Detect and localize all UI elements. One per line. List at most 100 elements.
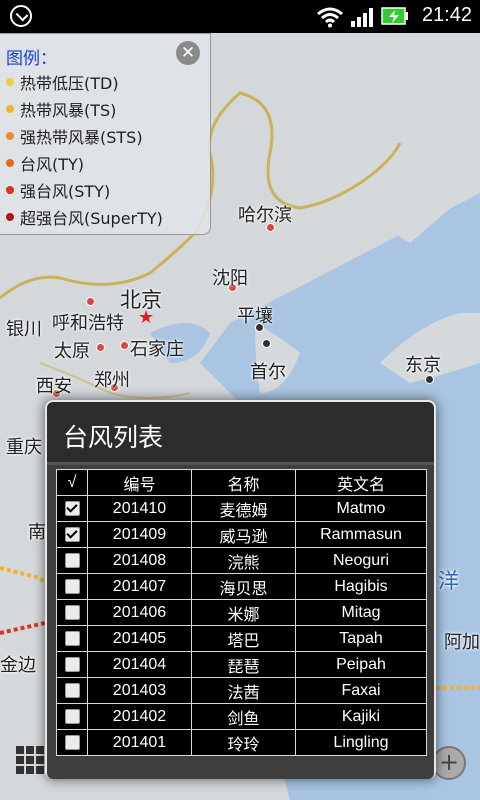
city-marker	[262, 339, 271, 348]
row-checkbox[interactable]	[64, 656, 80, 672]
legend-item: 热带低压(TD)	[6, 68, 163, 95]
row-name: 浣熊	[191, 547, 296, 574]
row-name: 剑鱼	[191, 703, 296, 730]
row-code: 201403	[87, 677, 192, 704]
legend-swatch	[6, 131, 14, 140]
zoom-in-icon[interactable]: +	[432, 746, 466, 780]
legend-item: 强台风(STY)	[6, 176, 163, 203]
battery-charging-icon	[381, 7, 408, 25]
table-row[interactable]: 201404 琵琶 Peipah	[56, 651, 427, 678]
row-code: 201410	[87, 495, 192, 522]
city-marker	[86, 297, 95, 306]
row-code: 201402	[87, 703, 192, 730]
city-zhengzhou: 郑州	[94, 370, 130, 391]
legend-item: 热带风暴(TS)	[6, 95, 163, 122]
city-chongqing: 重庆	[6, 437, 42, 458]
row-checkbox-cell[interactable]	[56, 547, 88, 574]
city-taiyuan: 太原	[54, 341, 90, 362]
legend-swatch	[6, 158, 14, 167]
row-checkbox[interactable]	[64, 552, 80, 568]
city-marker	[96, 343, 105, 352]
row-checkbox-cell[interactable]	[56, 651, 88, 678]
row-en-name: Faxai	[295, 677, 427, 704]
close-icon[interactable]: ✕	[176, 41, 200, 65]
table-row[interactable]: 201403 法茜 Faxai	[56, 677, 427, 704]
table-row[interactable]: 201408 浣熊 Neoguri	[56, 547, 427, 574]
dialog-title: 台风列表	[63, 423, 164, 452]
row-name: 塔巴	[191, 625, 296, 652]
col-check-header: √	[56, 469, 88, 496]
col-name-header: 名称	[191, 469, 296, 496]
row-checkbox-cell[interactable]	[56, 599, 88, 626]
legend-title: 图例：	[6, 49, 57, 69]
capital-star-icon: ★	[138, 307, 155, 328]
row-checkbox[interactable]	[64, 734, 80, 750]
table-row[interactable]: 201405 塔巴 Tapah	[56, 625, 427, 652]
row-code: 201406	[87, 599, 192, 626]
table-row[interactable]: 201402 剑鱼 Kajiki	[56, 703, 427, 730]
city-yinchuan: 银川	[6, 319, 42, 340]
city-partial-aga: 阿加	[444, 632, 480, 653]
ocean-label: 洋	[438, 569, 459, 593]
city-harbin: 哈尔滨	[238, 205, 292, 226]
legend-item: 台风(TY)	[6, 149, 163, 176]
legend-swatch	[6, 77, 14, 86]
clock: 21:42	[421, 4, 472, 26]
row-checkbox[interactable]	[64, 578, 80, 594]
row-code: 201408	[87, 547, 192, 574]
row-checkbox[interactable]	[64, 526, 80, 542]
row-checkbox-cell[interactable]	[56, 495, 88, 522]
city-xian: 西安	[36, 376, 72, 397]
row-checkbox[interactable]	[64, 604, 80, 620]
row-checkbox[interactable]	[64, 682, 80, 698]
table-row[interactable]: 201410 麦德姆 Matmo	[56, 495, 427, 522]
typhoon-list-dialog: 台风列表 √ 编号 名称 英文名 201410 麦德姆 Matmo 201409 威马逊…	[45, 400, 436, 779]
row-checkbox-cell[interactable]	[56, 677, 88, 704]
row-checkbox-cell[interactable]	[56, 521, 88, 548]
table-row[interactable]: 201409 威马逊 Rammasun	[56, 521, 427, 548]
legend-list: 热带低压(TD) 热带风暴(TS) 强热带风暴(STS) 台风(TY) 强台风(…	[6, 68, 163, 230]
row-en-name: Tapah	[295, 625, 427, 652]
row-name: 米娜	[191, 599, 296, 626]
row-code: 201405	[87, 625, 192, 652]
table-header-row: √ 编号 名称 英文名	[56, 469, 427, 496]
city-shenyang: 沈阳	[212, 268, 248, 289]
city-hohhot: 呼和浩特	[52, 313, 124, 334]
legend-swatch	[6, 185, 14, 194]
legend-swatch	[6, 212, 14, 221]
city-marker	[120, 341, 129, 350]
download-icon	[10, 5, 32, 27]
row-en-name: Lingling	[295, 729, 427, 756]
row-checkbox[interactable]	[64, 708, 80, 724]
city-partial-nan: 南	[28, 522, 46, 543]
dialog-body: √ 编号 名称 英文名 201410 麦德姆 Matmo 201409 威马逊 Ramma…	[47, 465, 434, 779]
status-bar: 21:42	[0, 0, 480, 33]
typhoon-table: √ 编号 名称 英文名 201410 麦德姆 Matmo 201409 威马逊 Ramma…	[56, 469, 427, 756]
row-en-name: Matmo	[295, 495, 427, 522]
row-checkbox[interactable]	[64, 500, 80, 516]
row-name: 麦德姆	[191, 495, 296, 522]
layers-grid-icon[interactable]	[16, 746, 44, 774]
legend-panel: 图例： ✕ 热带低压(TD) 热带风暴(TS) 强热带风暴(STS) 台风(TY…	[0, 33, 211, 235]
row-en-name: Kajiki	[295, 703, 427, 730]
col-en-header: 英文名	[295, 469, 427, 496]
col-code-header: 编号	[87, 469, 192, 496]
city-pyongyang: 平壤	[237, 306, 273, 327]
row-checkbox-cell[interactable]	[56, 729, 88, 756]
row-checkbox-cell[interactable]	[56, 573, 88, 600]
wifi-icon	[317, 7, 343, 28]
row-name: 威马逊	[191, 521, 296, 548]
legend-item: 超强台风(SuperTY)	[6, 203, 163, 230]
row-checkbox-cell[interactable]	[56, 703, 88, 730]
row-code: 201409	[87, 521, 192, 548]
table-row[interactable]: 201401 玲玲 Lingling	[56, 729, 427, 756]
row-code: 201407	[87, 573, 192, 600]
row-checkbox[interactable]	[64, 630, 80, 646]
city-seoul: 首尔	[250, 362, 286, 383]
legend-item: 强热带风暴(STS)	[6, 122, 163, 149]
row-name: 法茜	[191, 677, 296, 704]
table-row[interactable]: 201407 海贝思 Hagibis	[56, 573, 427, 600]
row-checkbox-cell[interactable]	[56, 625, 88, 652]
row-code: 201404	[87, 651, 192, 678]
table-row[interactable]: 201406 米娜 Mitag	[56, 599, 427, 626]
